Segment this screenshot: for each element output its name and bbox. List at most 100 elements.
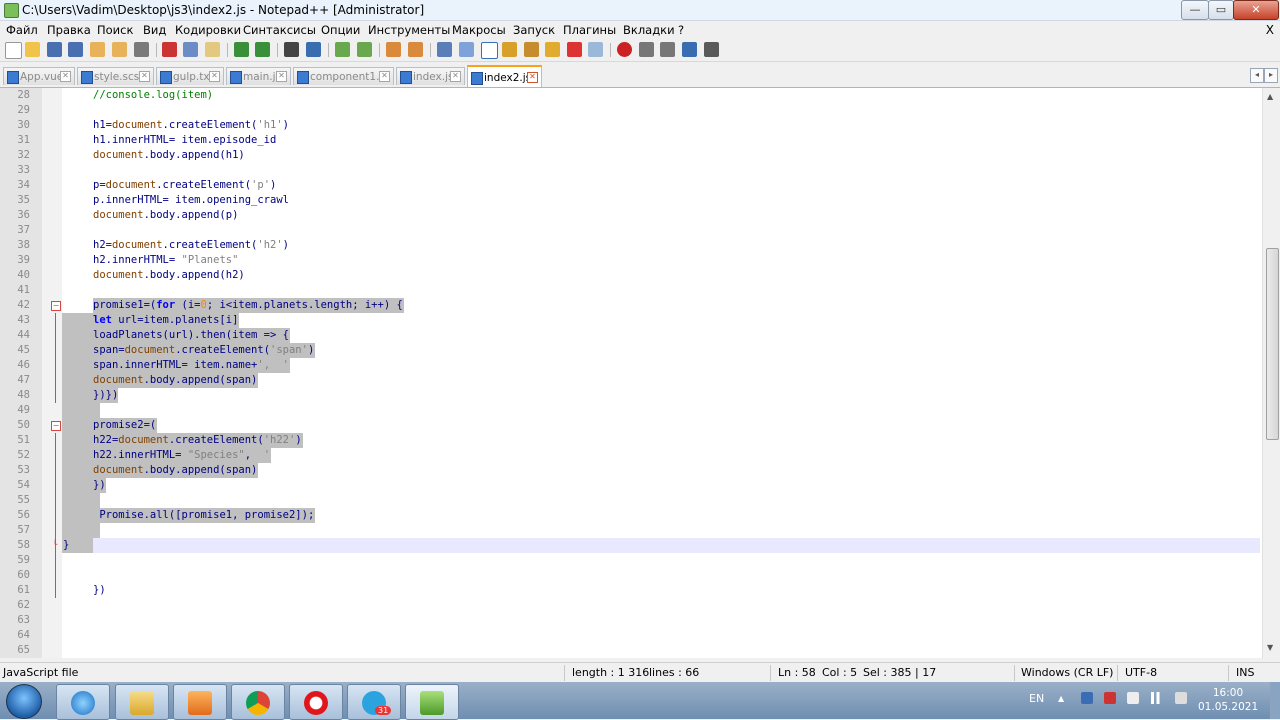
code-line[interactable]: 34 p=document.createElement('p')	[0, 178, 1262, 193]
replace-icon[interactable]	[306, 42, 321, 57]
taskbar-telegram[interactable]: 31	[347, 684, 401, 720]
word-wrap-icon[interactable]	[437, 42, 452, 57]
sync-horizontal-icon[interactable]	[408, 42, 423, 57]
action-center-flag-icon[interactable]	[1104, 692, 1116, 704]
code-line[interactable]: 64	[0, 628, 1262, 643]
minimize-button[interactable]: —	[1181, 0, 1209, 20]
tab-main-js[interactable]: main.js ✕	[226, 67, 291, 85]
scrollbar-thumb[interactable]	[1266, 248, 1279, 440]
code-line[interactable]: 57	[0, 523, 1262, 538]
fold-toggle-icon[interactable]: −	[51, 301, 61, 311]
tab-style-scss[interactable]: style.scss ✕	[77, 67, 154, 85]
run-macro-multiple-icon[interactable]	[682, 42, 697, 57]
undo-icon[interactable]	[234, 42, 249, 57]
encoding[interactable]: UTF-8	[1125, 666, 1157, 679]
menu-encoding[interactable]: Кодировки	[175, 23, 241, 37]
print-icon[interactable]	[134, 42, 149, 57]
eol-format[interactable]: Windows (CR LF)	[1021, 666, 1113, 679]
zoom-out-icon[interactable]	[357, 42, 372, 57]
cut-icon[interactable]	[162, 42, 177, 57]
indent-guide-icon[interactable]	[481, 42, 498, 59]
menu-help[interactable]: ?	[678, 23, 684, 37]
code-line[interactable]: 54})	[0, 478, 1262, 493]
taskbar-explorer[interactable]	[115, 684, 169, 720]
code-line[interactable]: 35 p.innerHTML= item.opening_crawl	[0, 193, 1262, 208]
show-all-chars-icon[interactable]	[459, 42, 474, 57]
fold-toggle-icon[interactable]: −	[51, 421, 61, 431]
code-line[interactable]: 30 h1=document.createElement('h1')	[0, 118, 1262, 133]
menu-tools[interactable]: Инструменты	[368, 23, 450, 37]
tab-close-icon[interactable]: ✕	[276, 71, 287, 82]
taskbar-notepadpp[interactable]	[405, 684, 459, 720]
tab-component1-js[interactable]: component1.js ✕	[293, 67, 394, 85]
tab-scroll-right-button[interactable]: ▸	[1264, 68, 1278, 83]
code-line[interactable]: 52 h22.innerHTML= "Species", '	[0, 448, 1262, 463]
code-line[interactable]: 49	[0, 403, 1262, 418]
close-button[interactable]: ✕	[1233, 0, 1279, 20]
play-macro-icon[interactable]	[660, 42, 675, 57]
scroll-up-arrow-icon[interactable]: ▲	[1267, 92, 1273, 101]
network-signal-icon[interactable]	[1151, 692, 1165, 704]
find-icon[interactable]	[284, 42, 299, 57]
close-all-icon[interactable]	[112, 42, 127, 57]
menu-file[interactable]: Файл	[6, 23, 38, 37]
taskbar-media-player[interactable]	[173, 684, 227, 720]
code-line[interactable]: 45 span=document.createElement('span')	[0, 343, 1262, 358]
taskbar-internet-explorer[interactable]	[56, 684, 110, 720]
menu-options[interactable]: Опции	[321, 23, 360, 37]
code-line[interactable]: 65	[0, 643, 1262, 658]
code-line[interactable]: 32 document.body.append(h1)	[0, 148, 1262, 163]
menu-macros[interactable]: Макросы	[452, 23, 506, 37]
volume-icon[interactable]	[1175, 692, 1187, 704]
close-icon[interactable]	[90, 42, 105, 57]
monitoring-icon[interactable]	[567, 42, 582, 57]
code-line[interactable]: 31 h1.innerHTML= item.episode_id	[0, 133, 1262, 148]
folder-workspace-icon[interactable]	[545, 42, 560, 57]
code-line[interactable]: 44 loadPlanets(url).then(item => {	[0, 328, 1262, 343]
code-line[interactable]: 41	[0, 283, 1262, 298]
code-line[interactable]: 59	[0, 553, 1262, 568]
taskbar-opera[interactable]	[289, 684, 343, 720]
code-line[interactable]: 28 //console.log(item)	[0, 88, 1262, 103]
show-desktop-button[interactable]	[1270, 682, 1280, 719]
code-line[interactable]: 60	[0, 568, 1262, 583]
menu-plugins[interactable]: Плагины	[563, 23, 616, 37]
code-line[interactable]: 48})})	[0, 388, 1262, 403]
stop-macro-icon[interactable]	[639, 42, 654, 57]
redo-icon[interactable]	[255, 42, 270, 57]
code-line[interactable]: 61})	[0, 583, 1262, 598]
doc-map-icon[interactable]	[502, 42, 517, 57]
save-icon[interactable]	[47, 42, 62, 57]
code-line[interactable]: 42 − promise1=(for (i=0; i<item.planets.le…	[0, 298, 1262, 313]
menu-syntax[interactable]: Синтаксисы	[243, 23, 316, 37]
code-line[interactable]: 39 h2.innerHTML= "Planets"	[0, 253, 1262, 268]
code-line[interactable]: 51 h22=document.createElement('h22')	[0, 433, 1262, 448]
record-macro-icon[interactable]	[617, 42, 632, 57]
paste-icon[interactable]	[205, 42, 220, 57]
tab-close-icon[interactable]: ✕	[139, 71, 150, 82]
code-line[interactable]: 33	[0, 163, 1262, 178]
code-line[interactable]: 56 Promise.all([promise1, promise2]);	[0, 508, 1262, 523]
tab-close-icon[interactable]: ✕	[450, 71, 461, 82]
start-button[interactable]	[6, 684, 42, 719]
code-editor[interactable]: 28 //console.log(item) 29 30 h1=document.cre…	[0, 88, 1262, 658]
tab-app-vue[interactable]: App.vue ✕	[3, 67, 75, 85]
maximize-button[interactable]: ▭	[1208, 0, 1234, 20]
code-line[interactable]: 63	[0, 613, 1262, 628]
close-document-button[interactable]: X	[1266, 23, 1274, 37]
system-clock[interactable]: 16:00 01.05.2021	[1198, 686, 1258, 714]
show-hidden-icons-icon[interactable]: ▲	[1058, 694, 1064, 703]
save-macro-icon[interactable]	[704, 42, 719, 57]
zoom-in-icon[interactable]	[335, 42, 350, 57]
menu-edit[interactable]: Правка	[47, 23, 91, 37]
tab-scroll-left-button[interactable]: ◂	[1250, 68, 1264, 83]
code-line[interactable]: 46 span.innerHTML= item.name+', '	[0, 358, 1262, 373]
function-list-icon[interactable]	[524, 42, 539, 57]
tab-close-icon[interactable]: ✕	[60, 71, 71, 82]
menu-search[interactable]: Поиск	[97, 23, 133, 37]
scroll-down-arrow-icon[interactable]: ▼	[1267, 643, 1273, 652]
safely-remove-hardware-icon[interactable]	[1127, 692, 1139, 704]
code-line[interactable]: 47 document.body.append(span)	[0, 373, 1262, 388]
new-file-icon[interactable]	[5, 42, 22, 59]
eye-icon[interactable]	[588, 42, 603, 57]
